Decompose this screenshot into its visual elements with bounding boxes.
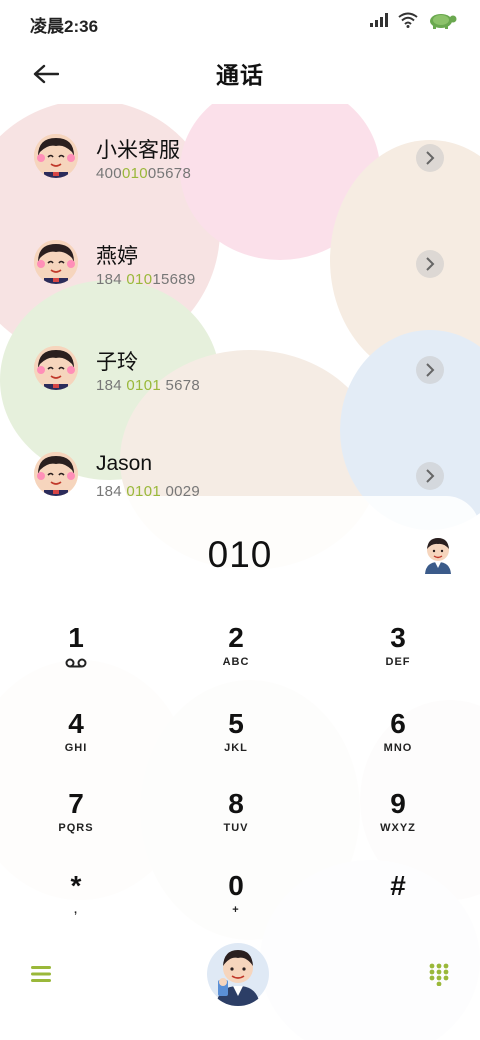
contact-item[interactable]: Jason 184 0101 0029 [0,422,480,496]
key-1[interactable]: 1 [16,622,136,698]
contact-number: 184 0101 5678 [96,377,201,394]
contact-number: 184 0101 0029 [96,483,201,496]
contact-detail-button[interactable] [416,462,444,490]
key-digit: 0 [228,870,244,901]
header: 通话 [0,42,480,104]
key-letters: DEF [385,656,411,668]
key-5[interactable]: 5 JKL [176,708,296,784]
contact-item[interactable]: 小米客服 40001005678 [0,104,480,210]
key-letters: GHI [64,742,88,754]
dial-pad-panel: 010 1 2 ABC 3 DEF 4 GHI 5 JKL 6 MNO 7 PQ… [0,496,480,1040]
page-title: 通话 [216,62,264,88]
chevron-right-icon [426,151,435,165]
contact-name: 子玲 [96,351,138,374]
key-4[interactable]: 4 GHI [16,708,136,784]
key-letters: , [73,904,79,916]
key-letters: WXYZ [380,822,416,834]
key-2[interactable]: 2 ABC [176,622,296,698]
contact-list: 小米客服 40001005678 燕婷 184 01015689 子玲 184 … [0,104,480,496]
key-digit: 6 [390,708,406,739]
contact-detail-button[interactable] [416,144,444,172]
key-star[interactable]: * , [16,870,136,946]
key-hash[interactable]: # [338,870,458,946]
key-digit: 8 [228,788,244,819]
keypad-toggle-button[interactable] [428,962,450,987]
contact-item[interactable]: 燕婷 184 01015689 [0,210,480,316]
contact-detail-button[interactable] [416,356,444,384]
signal-icon [370,13,388,27]
contact-avatar [34,134,78,178]
key-letters: TUV [223,822,249,834]
contact-number: 184 01015689 [96,271,196,288]
menu-icon [31,966,51,982]
key-letters: MNO [383,742,413,754]
status-bar: 凌晨2:36 [0,0,480,42]
key-digit: # [390,870,406,901]
wifi-icon [398,12,418,28]
call-avatar-icon [207,943,269,1006]
key-digit: 5 [228,708,244,739]
dialed-number: 010 [207,534,273,575]
contact-item[interactable]: 子玲 184 0101 5678 [0,316,480,422]
key-7[interactable]: 7 PQRS [16,788,136,864]
keypad-icon [429,963,449,987]
contact-avatar [34,452,78,496]
chevron-right-icon [426,469,435,483]
key-digit: 1 [68,622,84,653]
key-letters: PQRS [58,822,94,834]
contact-name: Jason [96,452,153,475]
key-letters: JKL [224,742,248,754]
contact-avatar-icon [425,538,451,574]
key-digit: 9 [390,788,406,819]
key-6[interactable]: 6 MNO [338,708,458,784]
key-digit: 7 [68,788,84,819]
contact-detail-button[interactable] [416,250,444,278]
key-8[interactable]: 8 TUV [176,788,296,864]
menu-button[interactable] [30,964,52,984]
key-3[interactable]: 3 DEF [338,622,458,698]
contact-avatar [34,346,78,390]
key-digit: 3 [390,622,406,653]
key-letters: + [232,904,240,916]
add-contact-button[interactable] [422,536,454,574]
chevron-right-icon [426,363,435,377]
key-0[interactable]: 0 + [176,870,296,946]
key-digit: 2 [228,622,244,653]
battery-turtle-icon [430,14,457,29]
key-letters: ABC [222,656,250,668]
status-time: 凌晨2:36 [30,17,99,36]
chevron-right-icon [426,257,435,271]
contact-number: 40001005678 [96,165,192,182]
key-digit: 4 [68,708,84,739]
key-digit: * [70,870,82,901]
contact-avatar [34,240,78,284]
call-button[interactable] [206,942,270,1006]
contact-name: 燕婷 [96,245,138,268]
contact-name: 小米客服 [96,139,180,162]
key-9[interactable]: 9 WXYZ [338,788,458,864]
status-icons [370,10,458,30]
voicemail-icon [65,658,87,668]
